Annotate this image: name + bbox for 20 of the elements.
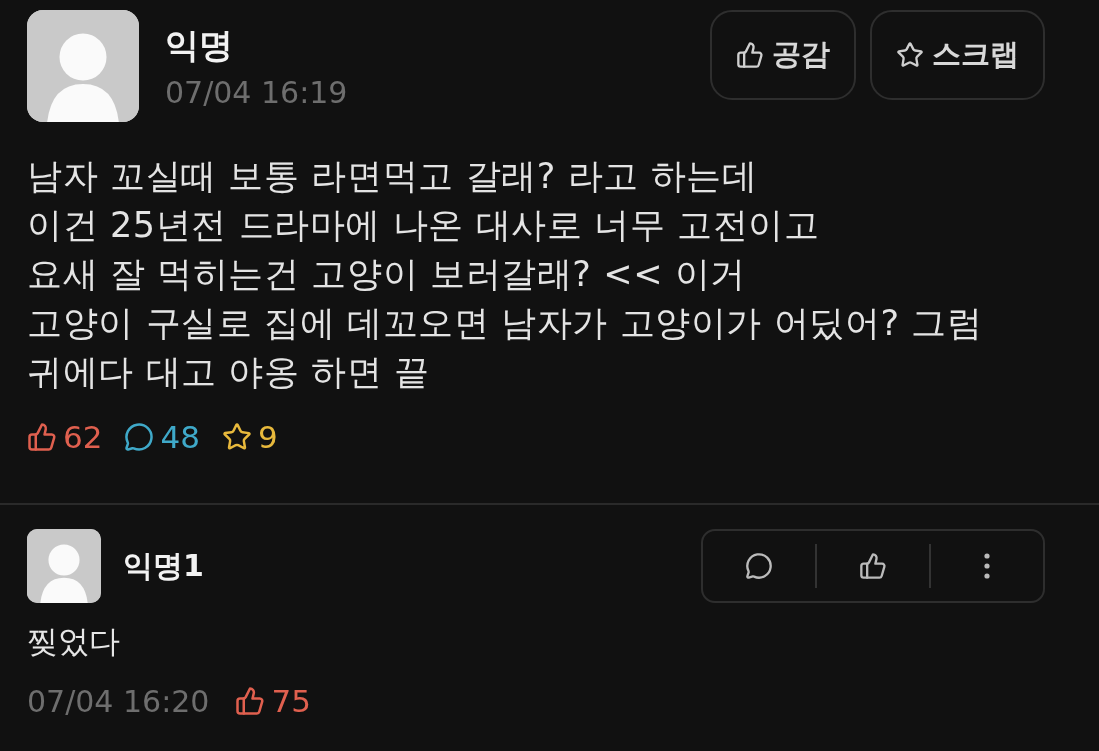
post-body: 남자 꼬실때 보통 라면먹고 갈래? 라고 하는데 이건 25년전 드라마에 나온 대사로 너무 고전이고 요새 잘 먹히는건 고양이 보러갈래? << 이거 고양이 구실로 집에 데꼬오면 남자가 고양이가 어딨어? 그럼 귀에다 대고 야옹 하면 끝 (27, 155, 984, 394)
author-name: 익명 (165, 23, 234, 67)
thumbs-up-icon (859, 552, 887, 580)
comment-count: 48 (160, 419, 200, 455)
like-count: 62 (63, 419, 103, 455)
comment-author: 익명1 (123, 546, 204, 585)
thumbs-up-icon (235, 686, 266, 716)
scrap-count: 9 (257, 419, 278, 455)
comment-text: 찢었다 (27, 622, 121, 661)
like-button[interactable]: 공감 (710, 10, 856, 100)
like-count: 75 (271, 683, 311, 719)
scrap-button[interactable]: 스크랩 (870, 10, 1045, 100)
speech-bubble-icon (745, 552, 773, 580)
more-icon (984, 553, 990, 579)
star-icon (896, 41, 924, 69)
post-time: 07/04 16:19 (165, 74, 349, 110)
avatar-icon (27, 529, 101, 603)
comment-time: 07/04 16:20 (27, 683, 210, 719)
thumbs-up-icon (736, 41, 764, 69)
avatar-icon (27, 10, 139, 122)
